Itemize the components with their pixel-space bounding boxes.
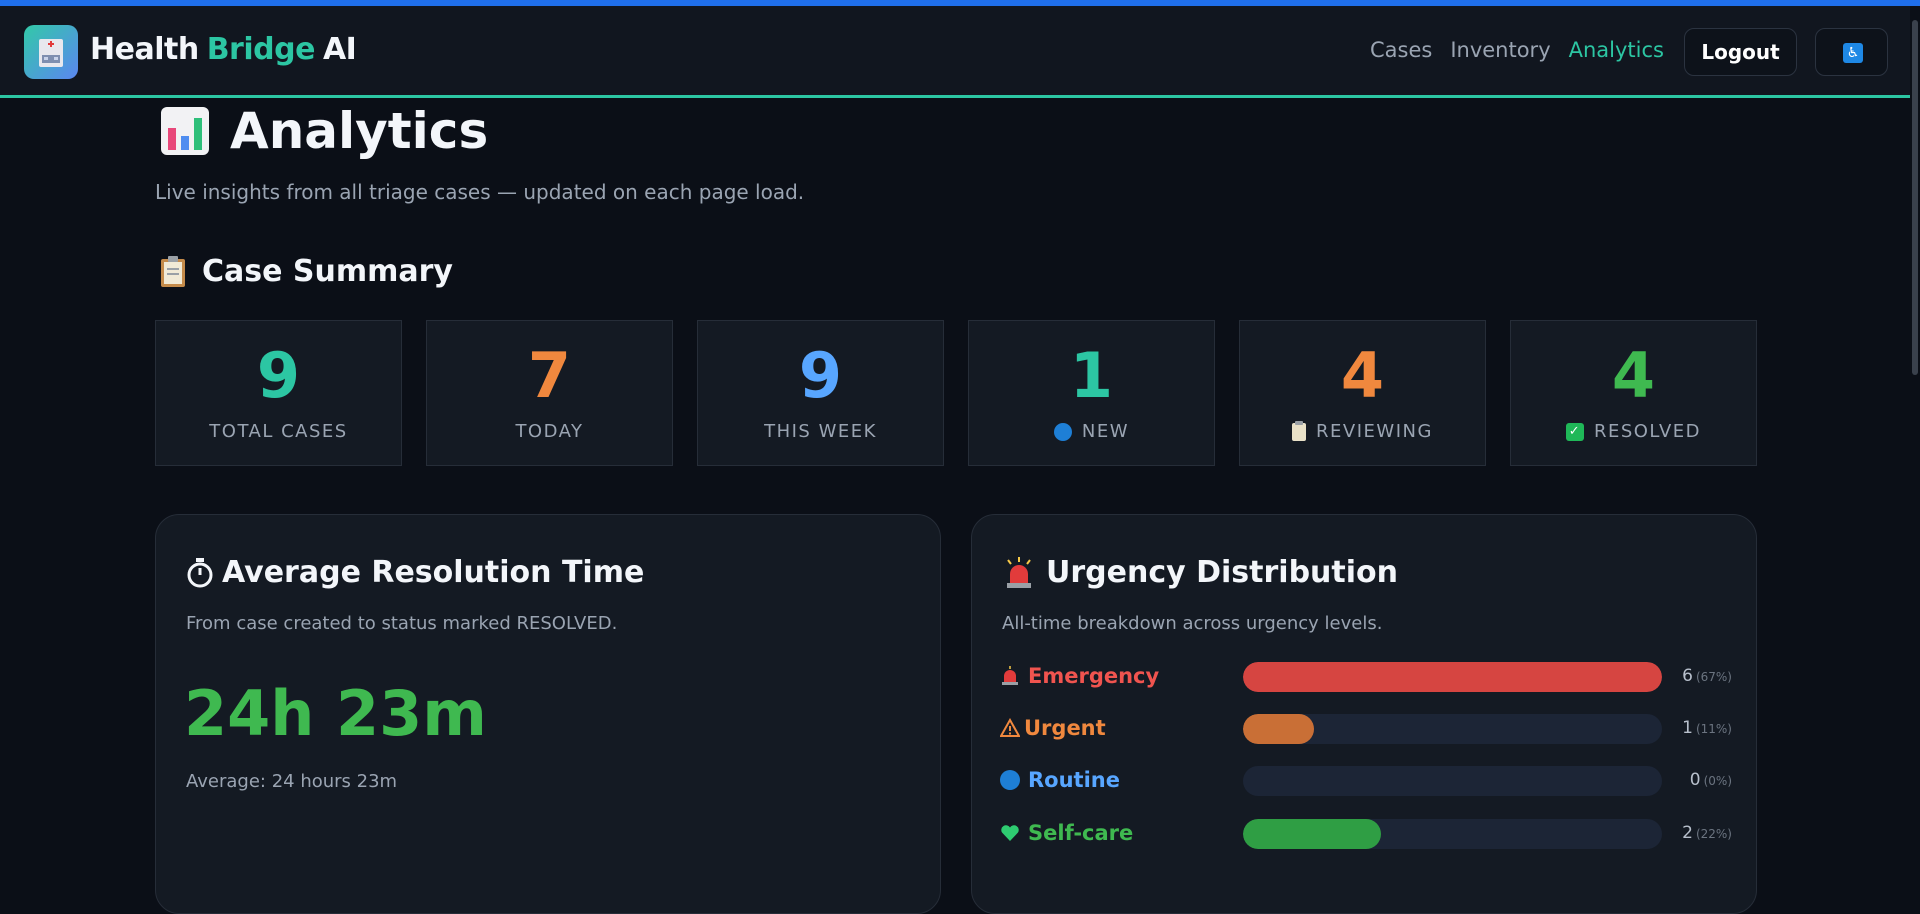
page-title: Analytics (160, 102, 488, 160)
stat-label: ✓ RESOLVED (1511, 421, 1756, 442)
blue-circle-icon (1000, 770, 1020, 790)
stat-label-text: TODAY (515, 421, 584, 442)
urgency-label: Routine (1000, 768, 1120, 792)
stat-value: 9 (256, 339, 301, 412)
siren-icon (1002, 666, 1018, 685)
wheelchair-icon: ♿ (1843, 43, 1863, 63)
stat-value: 4 (1340, 339, 1385, 412)
urgency-label-text: Emergency (1028, 664, 1160, 688)
urgency-bar-track (1243, 714, 1662, 744)
case-summary-title: Case Summary (202, 254, 453, 289)
urgency-label: Urgent (1000, 716, 1106, 740)
stat-label: TODAY (427, 421, 672, 442)
nav-link-inventory[interactable]: Inventory (1450, 38, 1550, 62)
stat-label: TOTAL CASES (156, 421, 401, 442)
urgency-bar-fill (1243, 819, 1382, 849)
urgency-count-value: 2 (1682, 823, 1693, 843)
average-resolution-note: Average: 24 hours 23m (186, 771, 398, 792)
urgency-row-self-care: Self-care 2 (22%) (1000, 819, 1732, 851)
urgency-panel-description: All-time breakdown across urgency levels… (1002, 613, 1383, 634)
average-resolution-value: 24h 23m (184, 677, 487, 750)
stat-value: 7 (527, 339, 572, 412)
brand-word-bridge: Bridge (206, 32, 316, 67)
nav-links: Cases Inventory Analytics (1370, 38, 1664, 62)
urgency-bar-track (1243, 662, 1662, 692)
urgency-panel-title: Urgency Distribution (1046, 555, 1399, 590)
urgency-label-text: Urgent (1024, 716, 1106, 740)
urgency-bar-fill (1243, 714, 1315, 744)
blue-circle-icon (1053, 422, 1072, 441)
urgency-row-emergency: Emergency 6 (67%) (1000, 662, 1732, 694)
stat-card-reviewing: 4 REVIEWING (1239, 320, 1486, 466)
urgency-bar-track (1243, 819, 1662, 849)
stat-label-text: REVIEWING (1316, 421, 1433, 442)
stat-card-resolved: 4 ✓ RESOLVED (1510, 320, 1757, 466)
resolution-panel-description: From case created to status marked RESOL… (186, 613, 618, 634)
bar-chart-icon (161, 107, 209, 155)
urgency-count-value: 1 (1682, 718, 1693, 738)
nav-link-cases[interactable]: Cases (1370, 38, 1432, 62)
resolution-panel-title: Average Resolution Time (222, 555, 645, 590)
resolution-panel-heading: Average Resolution Time (186, 555, 644, 590)
check-icon: ✓ (1565, 422, 1584, 441)
app-logo[interactable] (24, 25, 78, 79)
stat-label-text: TOTAL CASES (209, 421, 348, 442)
stat-label: REVIEWING (1240, 420, 1485, 442)
stat-card-today: 7 TODAY (426, 320, 673, 466)
stat-card-this-week: 9 THIS WEEK (697, 320, 944, 466)
urgency-bar-track (1243, 766, 1662, 796)
page-title-text: Analytics (230, 102, 489, 160)
urgency-percent: (11%) (1695, 722, 1732, 736)
urgency-count-value: 6 (1682, 666, 1693, 686)
nav-link-analytics[interactable]: Analytics (1569, 38, 1664, 62)
siren-icon (1007, 556, 1031, 588)
accessibility-button[interactable]: ♿ (1815, 28, 1888, 76)
stat-value: 4 (1611, 339, 1656, 412)
stat-label-text: THIS WEEK (764, 421, 877, 442)
urgency-percent: (67%) (1695, 670, 1732, 684)
urgency-percent: (0%) (1703, 774, 1732, 788)
stat-value: 1 (1069, 339, 1114, 412)
case-summary-heading: Case Summary (160, 254, 453, 289)
stat-label: NEW (969, 421, 1214, 442)
urgency-count: 1 (11%) (1670, 718, 1732, 738)
urgency-bar-fill (1243, 662, 1662, 692)
stopwatch-icon (187, 557, 213, 587)
urgency-label: Self-care (1000, 821, 1133, 845)
top-navbar: Health Bridge AI Cases Inventory Analytics… (0, 6, 1910, 98)
urgency-panel-heading: Urgency Distribution (1002, 555, 1398, 590)
warning-icon (1000, 718, 1020, 737)
urgency-row-urgent: Urgent 1 (11%) (1000, 714, 1732, 746)
clipboard-icon (1292, 420, 1307, 441)
stat-value: 9 (798, 339, 843, 412)
urgency-count: 2 (22%) (1670, 823, 1732, 843)
urgency-count: 0 (0%) (1670, 770, 1732, 790)
urgency-count-value: 0 (1689, 770, 1701, 790)
urgency-label-text: Routine (1028, 768, 1120, 792)
urgency-distribution-panel: Urgency Distribution All-time breakdown … (971, 514, 1757, 914)
brand-word-ai: AI (322, 32, 357, 67)
brand-name[interactable]: Health Bridge AI (90, 32, 357, 67)
urgency-percent: (22%) (1695, 827, 1732, 841)
scrollbar-thumb[interactable] (1912, 20, 1918, 375)
urgency-label-text: Self-care (1028, 821, 1134, 845)
stat-label-text: RESOLVED (1593, 421, 1702, 442)
stat-card-new: 1 NEW (968, 320, 1215, 466)
hospital-icon (39, 39, 63, 67)
logout-button[interactable]: Logout (1684, 28, 1797, 76)
clipboard-icon (161, 255, 185, 287)
urgency-count: 6 (67%) (1670, 666, 1732, 686)
stat-label-text: NEW (1081, 421, 1130, 442)
brand-word-health: Health (90, 32, 199, 67)
urgency-row-routine: Routine 0 (0%) (1000, 766, 1732, 798)
heart-icon (1001, 825, 1019, 841)
stat-label: THIS WEEK (698, 421, 943, 442)
urgency-label: Emergency (1000, 664, 1159, 688)
stat-card-total-cases: 9 TOTAL CASES (155, 320, 402, 466)
page-subtitle: Live insights from all triage cases — up… (155, 180, 805, 204)
resolution-time-panel: Average Resolution Time From case create… (155, 514, 941, 914)
